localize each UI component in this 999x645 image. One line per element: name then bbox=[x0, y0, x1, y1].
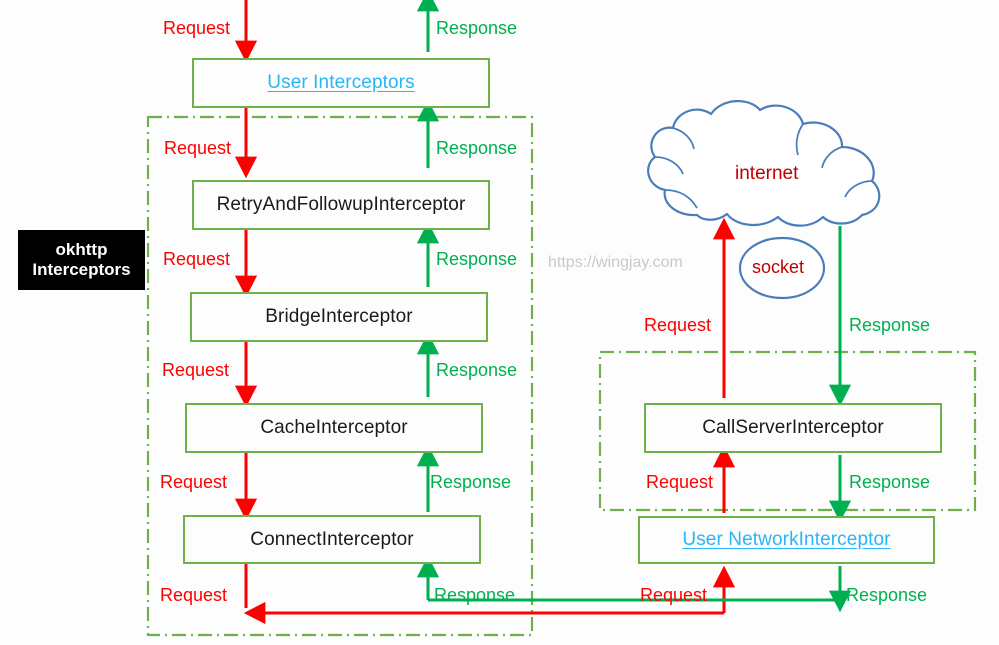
box-user-interceptors-label: User Interceptors bbox=[267, 72, 415, 93]
box-bridge-interceptor-label: BridgeInterceptor bbox=[265, 306, 413, 327]
flow-label-request-retry: Request bbox=[164, 138, 232, 158]
bottom-return-paths bbox=[243, 565, 852, 625]
flow-label-response-bridge: Response bbox=[436, 249, 518, 269]
flow-label-request-bottom-left: Request bbox=[160, 585, 228, 605]
okhttp-tag-line1: okhttp bbox=[55, 240, 108, 260]
flow-label-response-cache: Response bbox=[436, 360, 518, 380]
socket-label-text: socket bbox=[752, 257, 805, 277]
box-cache-interceptor[interactable]: CacheInterceptor bbox=[185, 403, 483, 453]
flow-label-response-top: Response bbox=[436, 18, 518, 38]
internet-flow bbox=[712, 217, 852, 407]
internet-label: internet bbox=[735, 163, 798, 185]
flow-label-response-bottom-left: Response bbox=[434, 585, 516, 605]
flow-label-request-cache: Request bbox=[162, 360, 230, 380]
flow-label-request-bridge: Request bbox=[163, 249, 231, 269]
watermark-text: https://wingjay.com bbox=[548, 254, 683, 271]
okhttp-tag-line2: Interceptors bbox=[32, 260, 131, 279]
box-user-network-interceptor[interactable]: User NetworkInterceptor bbox=[638, 516, 935, 564]
flow-label-response-internet: Response bbox=[849, 315, 931, 335]
box-connect-interceptor[interactable]: ConnectInterceptor bbox=[183, 515, 481, 564]
watermark: https://wingjay.com bbox=[548, 254, 683, 272]
box-retry-and-followup-interceptor[interactable]: RetryAndFollowupInterceptor bbox=[192, 180, 490, 230]
box-call-server-interceptor-label: CallServerInterceptor bbox=[702, 417, 884, 438]
box-call-server-interceptor[interactable]: CallServerInterceptor bbox=[644, 403, 942, 453]
socket-label: socket bbox=[752, 257, 804, 278]
flow-label-request-internet: Request bbox=[644, 315, 712, 335]
box-cache-interceptor-label: CacheInterceptor bbox=[260, 417, 408, 438]
internet-label-text: internet bbox=[735, 163, 799, 184]
okhttp-interceptors-tag: okhttp Interceptors bbox=[18, 230, 145, 290]
box-connect-interceptor-label: ConnectInterceptor bbox=[250, 528, 414, 550]
flow-label-response-callserver: Response bbox=[849, 472, 931, 492]
diagram-canvas: okhttp Interceptors User Interceptors Re… bbox=[0, 0, 999, 645]
box-user-interceptors[interactable]: User Interceptors bbox=[192, 58, 490, 108]
callserver-flow bbox=[712, 445, 852, 523]
flow-label-request-top: Request bbox=[163, 18, 231, 38]
flow-label-request-connect: Request bbox=[160, 472, 228, 492]
box-retry-and-followup-interceptor-label: RetryAndFollowupInterceptor bbox=[216, 194, 466, 215]
box-user-network-interceptor-label: User NetworkInterceptor bbox=[682, 529, 891, 550]
flow-label-response-retry: Response bbox=[436, 138, 518, 158]
flow-label-response-bottom-right: Response bbox=[846, 585, 928, 605]
flow-label-request-callserver: Request bbox=[646, 472, 714, 492]
flow-label-response-connect: Response bbox=[430, 472, 512, 492]
box-bridge-interceptor[interactable]: BridgeInterceptor bbox=[190, 292, 488, 342]
flow-label-request-bottom-right: Request bbox=[640, 585, 708, 605]
